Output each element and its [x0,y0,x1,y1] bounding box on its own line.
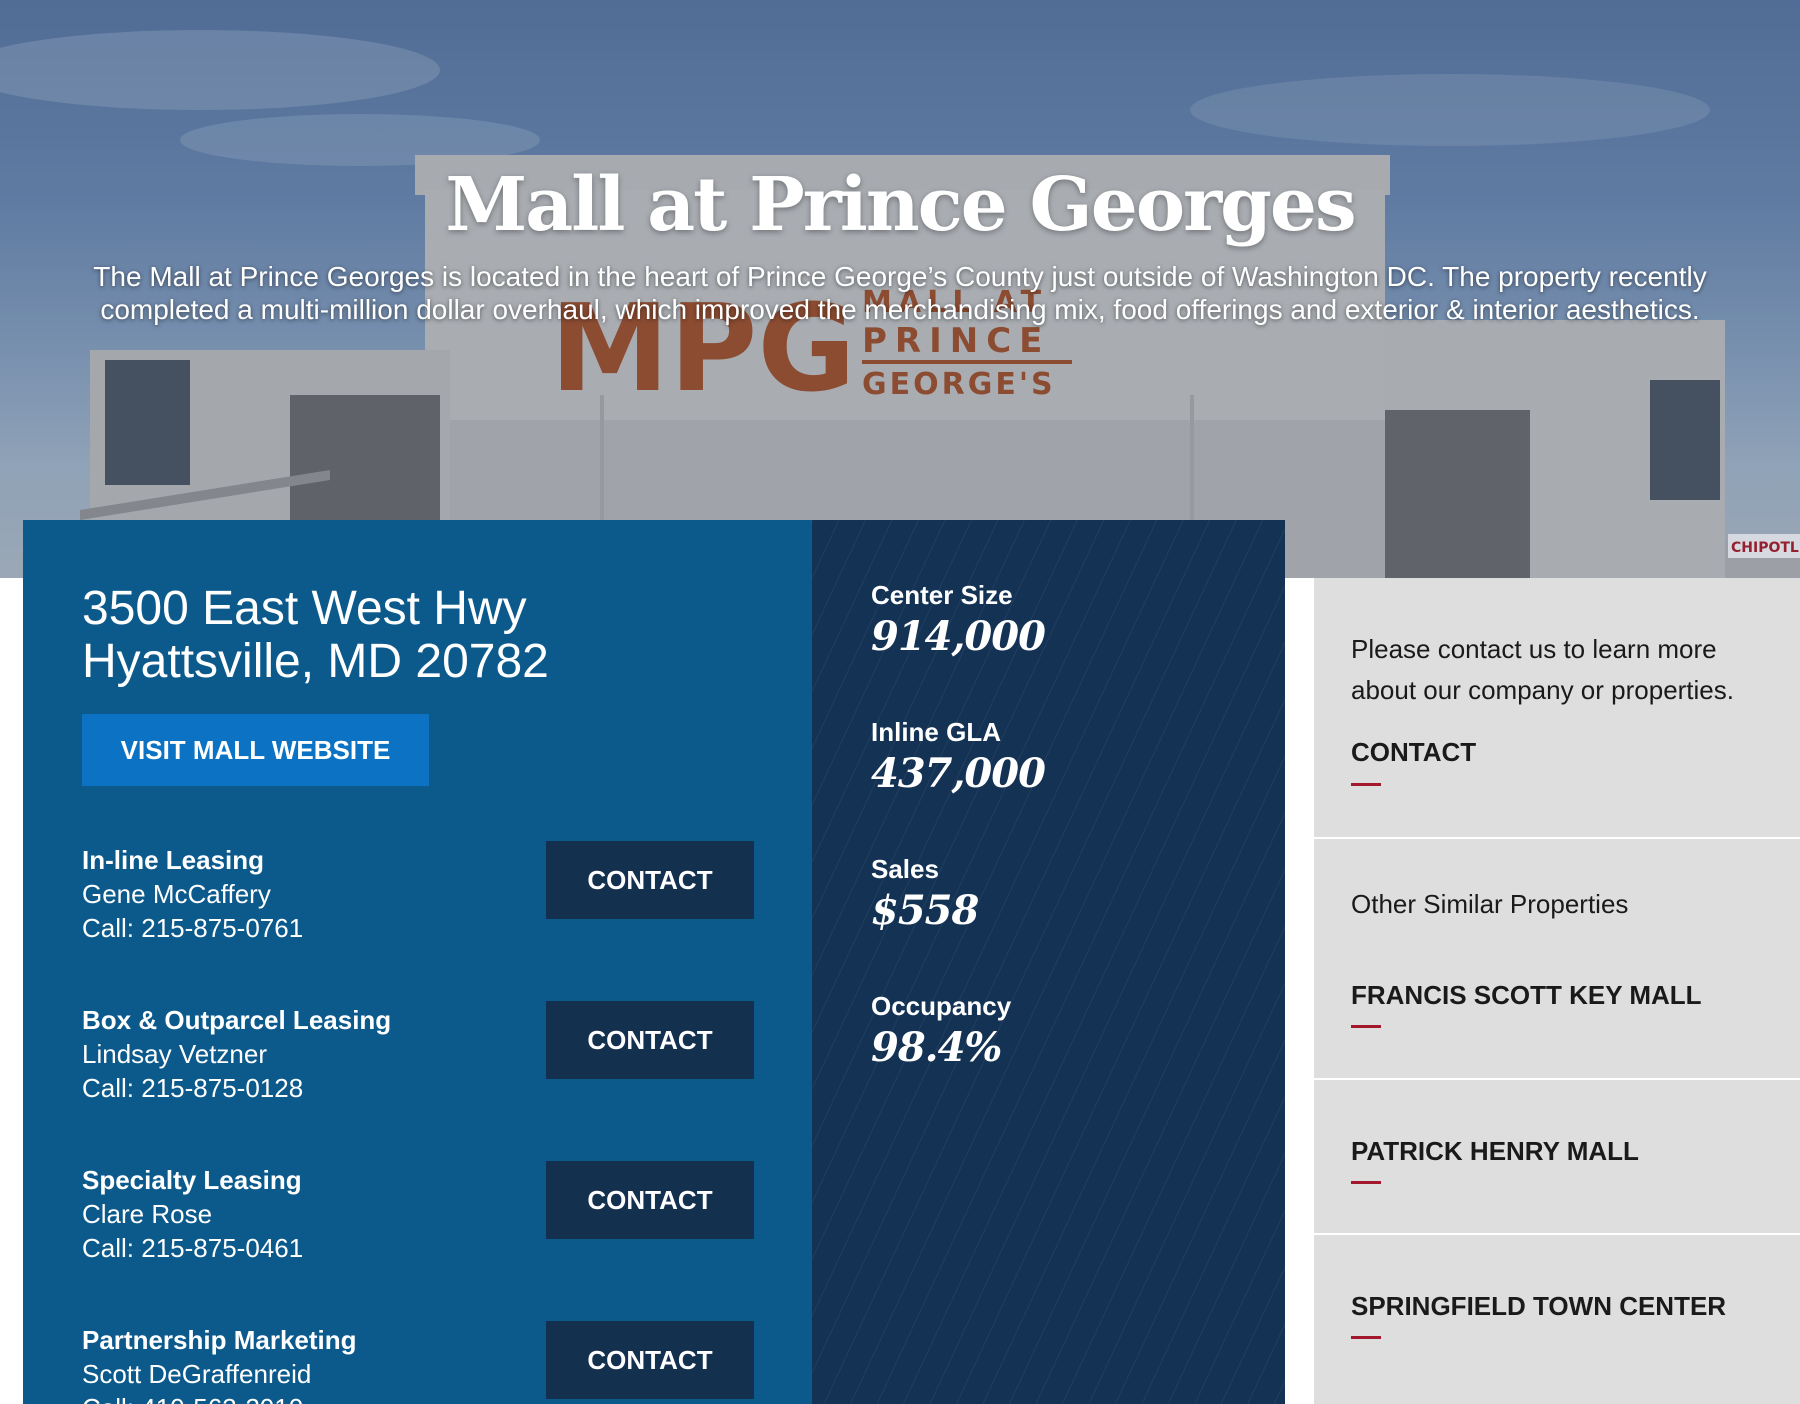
contact-text: Please contact us to learn more about ou… [1351,634,1734,705]
property-info-card: 3500 East West Hwy Hyattsville, MD 20782… [23,520,812,1404]
accent-dash [1351,1181,1381,1184]
contact-phone[interactable]: Call: 215-875-0761 [82,913,303,944]
similar-properties-box: Other Similar Properties FRANCIS SCOTT K… [1314,839,1800,1078]
stat-label: Inline GLA [871,717,1001,747]
contact-button[interactable]: CONTACT [546,1001,754,1079]
contact-button[interactable]: CONTACT [546,841,754,919]
sidebar-contact-link[interactable]: CONTACT [1351,737,1476,768]
contact-phone[interactable]: Call: 215-875-0128 [82,1073,303,1104]
contact-role: Partnership Marketing [82,1325,357,1355]
accent-dash [1351,1025,1381,1028]
hero-banner: MPG MALL AT PRINCE GEORGE'S CHIPOTLE Mal… [0,0,1800,578]
contact-row-specialty-leasing: Specialty Leasing Clare Rose Call: 215-8… [82,1161,772,1275]
similar-property-link-springfield[interactable]: SPRINGFIELD TOWN CENTER [1351,1291,1726,1322]
contact-name: Scott DeGraffenreid [82,1359,312,1389]
stat-value: 437,000 [871,750,1046,797]
hero-description: The Mall at Prince Georges is located in… [93,261,1707,325]
similar-property-link-patrick-henry[interactable]: PATRICK HENRY MALL [1351,1136,1639,1167]
stat-label: Occupancy [871,991,1012,1021]
contact-name: Clare Rose [82,1199,213,1229]
stat-occupancy: Occupancy 98.4% [871,991,1011,1071]
contact-row-inline-leasing: In-line Leasing Gene McCaffery Call: 215… [82,841,772,955]
contact-name: Gene McCaffery [82,879,271,909]
contact-button[interactable]: CONTACT [546,1161,754,1239]
contact-button[interactable]: CONTACT [546,1321,754,1399]
property-stats-panel: Center Size 914,000 Inline GLA 437,000 S… [812,520,1285,1404]
address-line1: 3500 East West Hwy [82,582,527,635]
similar-property-link-francis-scott-key[interactable]: FRANCIS SCOTT KEY MALL [1351,980,1702,1011]
visit-mall-website-button[interactable]: VISIT MALL WEBSITE [82,714,429,786]
stat-inline-gla: Inline GLA 437,000 [871,717,1046,797]
contact-phone[interactable]: Call: 410-563-2010 [82,1393,303,1404]
property-address: 3500 East West Hwy Hyattsville, MD 20782 [82,582,549,688]
stat-sales: Sales $558 [871,854,979,934]
similar-property-box: SPRINGFIELD TOWN CENTER [1314,1235,1800,1404]
contact-role: Box & Outparcel Leasing [82,1005,392,1035]
contact-phone[interactable]: Call: 215-875-0461 [82,1233,303,1264]
stat-label: Center Size [871,580,1013,610]
stat-center-size: Center Size 914,000 [871,580,1046,660]
address-line2: Hyattsville, MD 20782 [82,635,549,688]
similar-heading: Other Similar Properties [1351,889,1629,919]
contact-name: Lindsay Vetzner [82,1039,268,1069]
stat-value: 98.4% [871,1024,1002,1071]
contact-row-box-outparcel-leasing: Box & Outparcel Leasing Lindsay Vetzner … [82,1001,772,1115]
stat-value: $558 [871,887,979,934]
accent-dash [1351,1336,1381,1339]
sidebar: Please contact us to learn more about ou… [1314,578,1800,1404]
contact-box: Please contact us to learn more about ou… [1314,578,1800,837]
stat-value: 914,000 [871,613,1046,660]
page-title: Mall at Prince Georges [445,162,1356,248]
contact-row-partnership-marketing: Partnership Marketing Scott DeGraffenrei… [82,1321,772,1404]
contact-role: In-line Leasing [82,845,265,875]
similar-property-box: PATRICK HENRY MALL [1314,1080,1800,1233]
stat-label: Sales [871,854,939,884]
contact-role: Specialty Leasing [82,1165,302,1195]
accent-dash [1351,783,1381,786]
